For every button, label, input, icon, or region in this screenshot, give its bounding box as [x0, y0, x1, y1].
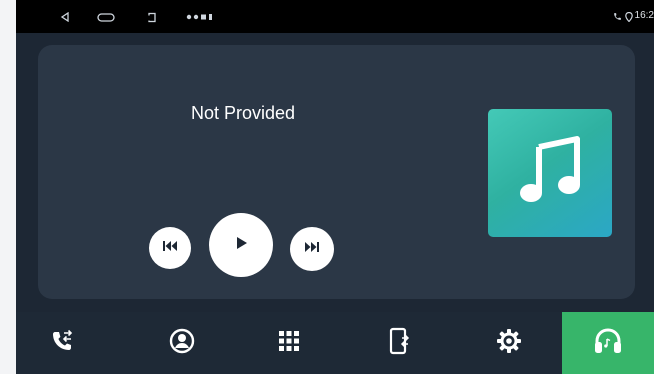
status-bar: 16:2	[16, 0, 654, 33]
nav-phone-link[interactable]	[353, 312, 445, 374]
notification-icons	[186, 13, 214, 21]
user-icon	[169, 328, 195, 359]
previous-icon	[162, 239, 178, 257]
home-icon[interactable]	[97, 13, 115, 22]
media-player-card: Not Provided	[38, 45, 635, 299]
back-icon[interactable]	[60, 12, 70, 22]
phone-link-icon	[388, 327, 410, 360]
settings-gear-icon	[496, 328, 522, 359]
phone-transfer-icon	[49, 328, 75, 359]
recents-icon[interactable]	[147, 12, 157, 23]
play-icon	[234, 236, 248, 255]
phone-icon	[613, 12, 622, 21]
location-icon	[625, 12, 633, 22]
status-time: 16:2	[634, 10, 654, 21]
nav-apps[interactable]	[243, 312, 335, 374]
head-unit-screen: 16:2 Not Provided	[16, 0, 654, 374]
music-note-icon	[517, 135, 583, 212]
bottom-nav	[16, 312, 654, 374]
next-button[interactable]	[290, 227, 334, 271]
nav-music[interactable]	[562, 312, 654, 374]
nav-phone[interactable]	[16, 312, 108, 374]
apps-grid-icon	[278, 330, 300, 357]
track-title: Not Provided	[190, 103, 296, 123]
headphones-icon	[593, 327, 623, 360]
previous-button[interactable]	[149, 227, 191, 269]
next-icon	[304, 240, 320, 258]
nav-settings[interactable]	[463, 312, 555, 374]
play-button[interactable]	[209, 213, 273, 277]
album-art	[488, 109, 612, 237]
nav-contacts[interactable]	[136, 312, 228, 374]
